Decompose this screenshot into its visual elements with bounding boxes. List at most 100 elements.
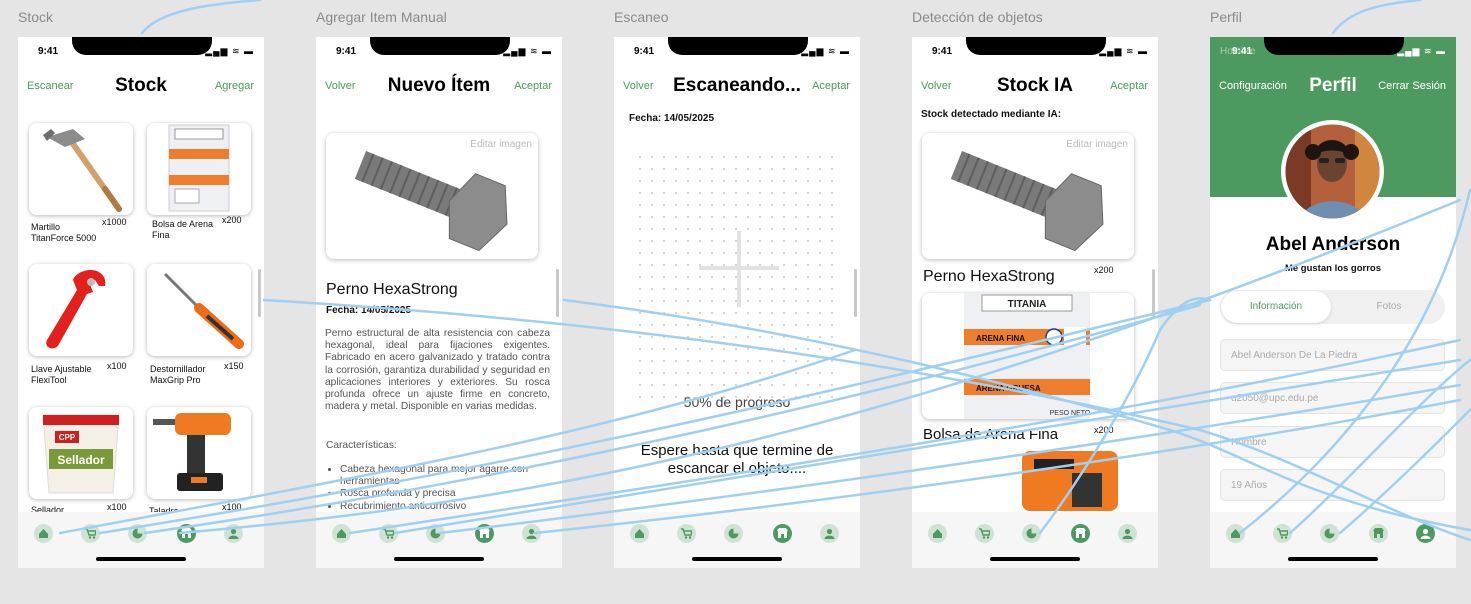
status-icons: ▂▄▆ ≋ ▬ — [801, 46, 850, 56]
tab-chart[interactable] — [426, 524, 445, 543]
item-image-card[interactable]: Editar imagen — [326, 133, 538, 259]
status-icons: ▂▄▆ ≋ ▬ — [503, 46, 552, 56]
edit-image-link[interactable]: Editar imagen — [1066, 139, 1128, 150]
scan-navbar: Escaneando... Volver Aceptar — [614, 75, 860, 99]
tab-chart[interactable] — [724, 524, 743, 543]
tab-cart[interactable] — [379, 524, 398, 543]
tab-profile[interactable] — [1118, 524, 1137, 543]
avatar[interactable] — [1281, 120, 1384, 223]
tab-chart[interactable] — [1022, 524, 1041, 543]
logout-button[interactable]: Cerrar Sesión — [1378, 80, 1446, 92]
tab-information[interactable]: Información — [1221, 291, 1331, 323]
tab-store[interactable] — [1369, 524, 1388, 543]
bucket-brand: CPP — [59, 433, 76, 442]
detected-item-card[interactable]: TITANIA ARENA FINA ARENA GRUESA PESO NET… — [922, 293, 1134, 419]
status-time: 9:41 — [38, 46, 59, 57]
tab-bar — [1210, 512, 1456, 568]
status-icons: ▂▄▆ ≋ ▬ — [1397, 46, 1446, 56]
feature-item: Rosca profunda y precisa — [340, 488, 550, 500]
item-title: Perno HexaStrong — [326, 281, 458, 298]
tab-home[interactable] — [1226, 524, 1245, 543]
status-time: 9:41 — [336, 46, 357, 57]
stock-card-sand-bag[interactable] — [147, 123, 251, 215]
stock-card-wrench[interactable] — [29, 264, 133, 356]
tab-home[interactable] — [928, 524, 947, 543]
tab-store[interactable] — [773, 524, 792, 543]
fullname-field[interactable]: Abel Anderson De La Piedra — [1220, 339, 1445, 371]
scrollbar[interactable] — [556, 269, 559, 317]
add-button[interactable]: Agregar — [215, 80, 254, 92]
item-qty: x200 — [222, 215, 242, 225]
item-qty: x100 — [107, 361, 127, 371]
store-icon — [1075, 528, 1086, 538]
back-button[interactable]: Volver — [623, 80, 654, 92]
bolt-icon — [950, 151, 1104, 252]
tab-store[interactable] — [475, 524, 494, 543]
notch — [668, 37, 808, 55]
wrench-icon — [46, 270, 106, 349]
gender-field[interactable]: Hombre — [1220, 426, 1445, 458]
profile-tabs: Información Fotos — [1220, 290, 1445, 324]
tab-store[interactable] — [177, 524, 196, 543]
detected-item-qty: x200 — [1094, 265, 1114, 275]
stock-card-drill[interactable] — [147, 407, 251, 499]
settings-button[interactable]: Configuración — [1219, 80, 1287, 92]
scan-button[interactable]: Escanear — [27, 80, 73, 92]
frame-label-manual: Agregar Item Manual — [316, 9, 447, 25]
tab-bar — [18, 512, 264, 568]
tab-profile[interactable] — [224, 524, 243, 543]
frame-label-profile: Perfil — [1210, 9, 1242, 25]
detected-item-card[interactable] — [922, 447, 1134, 517]
tab-profile[interactable] — [1416, 524, 1435, 543]
stock-card-hammer[interactable] — [29, 123, 133, 215]
back-button[interactable]: Volver — [325, 80, 356, 92]
tab-profile[interactable] — [820, 524, 839, 543]
tab-cart[interactable] — [81, 524, 100, 543]
tab-bar — [316, 512, 562, 568]
tab-home[interactable] — [630, 524, 649, 543]
tab-home[interactable] — [332, 524, 351, 543]
tab-chart[interactable] — [128, 524, 147, 543]
accept-button[interactable]: Aceptar — [1110, 80, 1148, 92]
detected-item-card[interactable]: Editar imagen — [922, 133, 1134, 259]
detect-navbar: Stock IA Volver Aceptar — [912, 75, 1158, 99]
edit-image-link[interactable]: Editar imagen — [470, 139, 532, 150]
detected-item-name: Bolsa de Arena Fina — [923, 426, 1061, 443]
pie-chart-icon — [430, 528, 441, 539]
tab-photos[interactable]: Fotos — [1334, 291, 1444, 323]
tab-chart[interactable] — [1320, 524, 1339, 543]
home-indicator — [394, 557, 484, 561]
feature-item: Recubrimiento anticorrosivo — [340, 501, 550, 513]
drill-icon — [1022, 451, 1118, 511]
stock-navbar: Stock Escanear Agregar — [18, 75, 264, 99]
pie-chart-icon — [132, 528, 143, 539]
manual-navbar: Nuevo Ítem Volver Aceptar — [316, 75, 562, 99]
home-indicator — [692, 557, 782, 561]
tab-cart[interactable] — [677, 524, 696, 543]
accept-button[interactable]: Aceptar — [514, 80, 552, 92]
scrollbar[interactable] — [1152, 269, 1155, 317]
hammer-icon — [43, 129, 122, 212]
item-date: Fecha: 14/05/2025 — [326, 305, 412, 316]
store-icon — [181, 528, 192, 538]
features-title: Características: — [326, 440, 397, 451]
scrollbar[interactable] — [258, 269, 261, 317]
back-button[interactable]: Volver — [921, 80, 952, 92]
tab-profile[interactable] — [522, 524, 541, 543]
age-field[interactable]: 19 Años — [1220, 469, 1445, 501]
stock-card-sealant[interactable]: CPP Sellador — [29, 407, 133, 499]
accept-button[interactable]: Aceptar — [812, 80, 850, 92]
pie-chart-icon — [728, 528, 739, 539]
bolt-icon — [354, 151, 508, 252]
item-qty: x150 — [224, 361, 244, 371]
tab-cart[interactable] — [975, 524, 994, 543]
tab-cart[interactable] — [1273, 524, 1292, 543]
stock-screen: 9:41 ▂▄▆ ≋ ▬ Stock Escanear Agregar Mart… — [18, 37, 264, 568]
scrollbar[interactable] — [854, 269, 857, 317]
stock-card-screwdriver[interactable] — [147, 264, 251, 356]
tab-store[interactable] — [1071, 524, 1090, 543]
tab-home[interactable] — [34, 524, 53, 543]
home-icon — [337, 529, 346, 538]
detected-item-name: Perno HexaStrong — [923, 268, 1055, 285]
email-field[interactable]: u2050@upc.edu.pe — [1220, 382, 1445, 414]
